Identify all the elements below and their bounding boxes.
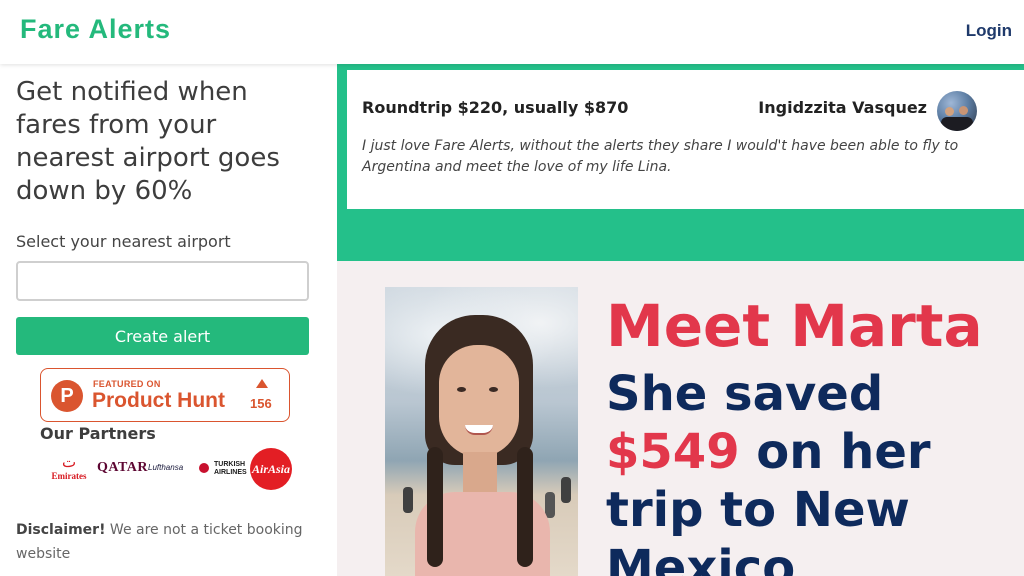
login-link[interactable]: Login <box>966 21 1012 41</box>
emirates-logo-text: Emirates <box>51 471 87 481</box>
fare-alerts-logo[interactable]: Fare Alerts <box>20 14 171 45</box>
content-panel: Roundtrip $220, usually $870 Ingidzzita … <box>337 64 1024 576</box>
partners-logos: ت Emirates QATAR Lufthansa TURKISH AIRLI… <box>48 448 298 490</box>
testimonial-band: Roundtrip $220, usually $870 Ingidzzita … <box>337 64 1024 261</box>
airport-label: Select your nearest airport <box>16 232 231 251</box>
signup-headline: Get notified when fares from your neares… <box>16 77 280 206</box>
qatar-logo: QATAR <box>97 460 148 475</box>
avatar <box>937 91 977 131</box>
top-header: Fare Alerts Login <box>0 0 1024 64</box>
signup-panel: Get notified when fares from your neares… <box>0 64 337 576</box>
success-story: Meet Marta She saved $549 on her trip to… <box>337 261 1024 576</box>
disclaimer-label: Disclaimer! <box>16 522 106 538</box>
testimonial-deal: Roundtrip $220, usually $870 <box>362 98 629 117</box>
testimonial-quote: I just love Fare Alerts, without the ale… <box>362 138 959 175</box>
upvote-arrow-icon <box>256 379 268 388</box>
story-title: Meet Marta <box>606 292 983 360</box>
testimonial-author: Ingidzzita Vasquez <box>758 98 927 117</box>
lufthansa-logo: Lufthansa <box>148 463 184 472</box>
turkish-airlines-emblem-icon <box>199 463 209 473</box>
disclaimer: Disclaimer! We are not a ticket booking … <box>16 518 316 566</box>
product-hunt-votes: 156 <box>250 396 272 411</box>
marta-photo <box>385 287 578 576</box>
turkish-airlines-text: TURKISH AIRLINES <box>214 461 247 476</box>
product-hunt-badge[interactable]: P FEATURED ON Product Hunt 156 <box>40 368 290 422</box>
product-hunt-icon: P <box>51 380 83 412</box>
create-alert-button[interactable]: Create alert <box>16 317 309 355</box>
story-savings: She saved $549 on her trip to New Mexico <box>606 365 1016 576</box>
emirates-glyph: ت <box>61 455 77 471</box>
saved-amount: $549 <box>606 424 740 480</box>
testimonial-card: Roundtrip $220, usually $870 Ingidzzita … <box>347 70 1024 209</box>
saved-prefix: She saved <box>606 366 884 422</box>
emirates-logo: ت Emirates <box>50 455 88 482</box>
product-hunt-featured-label: FEATURED ON <box>93 379 161 389</box>
airasia-logo: AirAsia <box>250 448 292 490</box>
partners-title: Our Partners <box>40 424 156 443</box>
airport-input[interactable] <box>16 261 309 301</box>
product-hunt-name: Product Hunt <box>92 389 225 412</box>
